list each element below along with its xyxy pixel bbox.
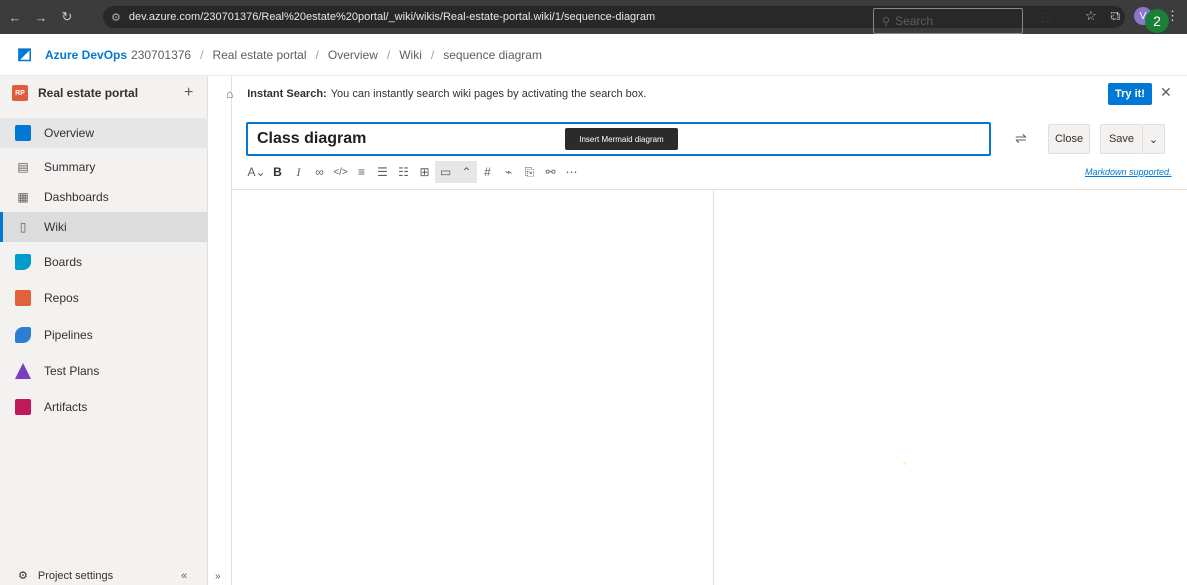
sidebar-item-label: Pipelines xyxy=(44,328,93,342)
boards-icon xyxy=(14,254,32,270)
collapse-sidebar-icon[interactable]: « xyxy=(181,570,187,582)
search-input[interactable]: ⚲ Search xyxy=(873,8,1023,34)
sidebar-item-pipelines[interactable]: Pipelines xyxy=(0,320,208,350)
announcement-icon: ⌂ xyxy=(226,87,234,101)
settings-gear-icon: ⚙ xyxy=(18,570,28,582)
link-icon[interactable]: ∞ xyxy=(309,161,330,183)
sidebar: RP Real estate portal + Overview ▤ Summa… xyxy=(0,76,208,585)
tooltip: Insert Mermaid diagram xyxy=(565,128,678,150)
close-button[interactable]: Close xyxy=(1048,124,1090,154)
sidebar-item-test-plans[interactable]: Test Plans xyxy=(0,356,208,386)
new-item-plus-icon[interactable]: + xyxy=(184,84,193,102)
breadcrumb: Azure DevOps 230701376 / Real estate por… xyxy=(45,47,542,62)
azure-devops-logo-icon[interactable]: ◩ xyxy=(17,46,35,64)
sidebar-item-label: Wiki xyxy=(44,220,67,234)
save-button[interactable]: Save xyxy=(1100,124,1142,154)
repos-icon xyxy=(14,290,32,306)
artifacts-icon xyxy=(14,399,32,415)
table-icon[interactable]: ⊞ xyxy=(414,161,435,183)
project-header[interactable]: RP Real estate portal + xyxy=(0,76,207,110)
sidebar-item-label: Overview xyxy=(44,126,95,140)
sidebar-item-label: Boards xyxy=(44,255,83,269)
banner-title: Instant Search: xyxy=(247,88,327,100)
bulleted-list-icon[interactable]: ≡ xyxy=(351,161,372,183)
sidebar-item-label: Summary xyxy=(44,160,96,174)
sidebar-item-label: Repos xyxy=(44,291,79,305)
editor-toolbar: A⌄ B I ∞ </> ≡ ☰ ☷ ⊞ ▭ ⌃ # ⌁ ⎘ ⚯ ⋯ xyxy=(246,160,582,184)
sidebar-item-label: Test Plans xyxy=(44,364,100,378)
diagram-icon[interactable]: ⚯ xyxy=(540,161,561,183)
site-settings-icon[interactable]: ⚙ xyxy=(111,11,121,24)
save-options-chevron-icon[interactable]: ⌄ xyxy=(1142,124,1165,154)
toolbar-divider xyxy=(232,189,1187,190)
user-avatar[interactable]: 2 xyxy=(1145,9,1169,33)
breadcrumb-overview[interactable]: Overview xyxy=(328,48,378,62)
project-settings-label: Project settings xyxy=(37,569,114,582)
search-icon: ⚲ xyxy=(882,15,891,28)
user-settings-icon[interactable]: ⚙ xyxy=(1108,10,1120,26)
sidebar-item-wiki[interactable]: ▯ Wiki xyxy=(0,212,208,242)
page-title-value: Class diagram xyxy=(257,130,367,147)
marketplace-icon[interactable]: ⛉ xyxy=(1065,10,1075,26)
sidebar-item-artifacts[interactable]: Artifacts xyxy=(0,392,208,422)
hash-icon[interactable]: # xyxy=(477,161,498,183)
summary-icon: ▤ xyxy=(17,160,29,174)
cursor-dot xyxy=(903,462,906,465)
sidebar-item-boards[interactable]: Boards xyxy=(0,247,208,277)
close-icon[interactable]: ✕ xyxy=(1160,84,1172,101)
breadcrumb-page[interactable]: sequence diagram xyxy=(443,48,542,62)
instant-search-banner: ⌂ Instant Search: You can instantly sear… xyxy=(215,80,1187,108)
reload-icon[interactable]: ↻ xyxy=(56,9,78,25)
project-avatar: RP xyxy=(12,85,28,101)
checklist-icon[interactable]: ☷ xyxy=(393,161,414,183)
search-placeholder: Search xyxy=(895,14,934,28)
help-icon[interactable]: ? xyxy=(1087,11,1094,26)
expand-tree-icon[interactable]: » xyxy=(215,571,221,582)
breadcrumb-wiki[interactable]: Wiki xyxy=(399,48,422,62)
test-plans-icon xyxy=(14,363,32,379)
task-list-icon[interactable]: ☷ xyxy=(1040,10,1052,26)
sidebar-item-dashboards[interactable]: ▦ Dashboards xyxy=(0,182,208,212)
markdown-supported-link[interactable]: Markdown supported. xyxy=(1085,167,1172,177)
sidebar-item-overview[interactable]: Overview xyxy=(0,118,208,148)
attachment-icon[interactable]: ⌁ xyxy=(498,161,519,183)
brand-link[interactable]: Azure DevOps xyxy=(45,48,127,62)
text-format-icon[interactable]: A⌄ xyxy=(246,161,267,183)
code-icon[interactable]: </> xyxy=(330,161,351,183)
options-icon[interactable]: ⇌ xyxy=(1015,130,1027,147)
wiki-icon: ▯ xyxy=(19,220,27,234)
mermaid-diagram-icon[interactable]: ▭ xyxy=(435,161,456,183)
header-actions: ☷ ⛉ ? ⚙ xyxy=(1040,10,1119,26)
breadcrumb-project[interactable]: Real estate portal xyxy=(212,48,306,62)
project-settings-link[interactable]: ⚙ Project settings « xyxy=(0,566,208,585)
dashboards-icon: ▦ xyxy=(17,190,29,204)
url-text: dev.azure.com/230701376/Real%20estate%20… xyxy=(128,11,656,23)
numbered-list-icon[interactable]: ☰ xyxy=(372,161,393,183)
org-link[interactable]: 230701376 xyxy=(131,48,191,62)
sidebar-item-summary[interactable]: ▤ Summary xyxy=(0,152,208,182)
pipelines-icon xyxy=(14,327,32,343)
italic-icon[interactable]: I xyxy=(288,161,309,183)
forward-icon[interactable]: → xyxy=(30,10,52,25)
project-name: Real estate portal xyxy=(38,86,139,100)
try-it-button[interactable]: Try it! xyxy=(1108,83,1152,105)
devops-header: ◩ Azure DevOps 230701376 / Real estate p… xyxy=(0,34,1187,76)
paste-icon[interactable]: ⎘ xyxy=(519,161,540,183)
collapsible-icon[interactable]: ⌃ xyxy=(456,161,477,183)
back-icon[interactable]: ← xyxy=(4,10,26,25)
banner-text: You can instantly search wiki pages by a… xyxy=(330,88,647,100)
sidebar-item-label: Artifacts xyxy=(44,400,88,414)
bold-icon[interactable]: B xyxy=(267,161,288,183)
sidebar-item-repos[interactable]: Repos xyxy=(0,283,208,313)
more-options-icon[interactable]: ⋯ xyxy=(561,161,582,183)
wiki-tree-panel: » xyxy=(208,76,232,585)
sidebar-item-label: Dashboards xyxy=(44,190,109,204)
editor-preview-divider[interactable] xyxy=(713,190,714,585)
overview-icon xyxy=(14,125,32,141)
